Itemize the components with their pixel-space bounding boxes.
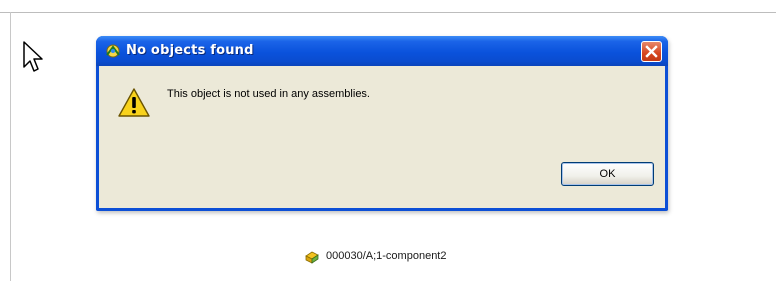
tree-node-label: 000030/A;1-component2 [326,250,447,262]
dialog-titlebar[interactable]: No objects found [96,36,668,66]
error-dialog: No objects found This object is not used… [96,36,668,211]
app-icon [106,44,120,58]
close-button[interactable] [641,41,662,62]
divider [10,12,11,281]
mouse-pointer-icon [23,41,43,72]
ok-button[interactable]: OK [561,162,654,186]
divider [0,12,776,13]
warning-icon [118,88,150,117]
background-canvas: No objects found This object is not used… [0,0,776,281]
close-icon [645,45,658,58]
dialog-message: This object is not used in any assemblie… [167,88,370,100]
tree-node[interactable]: 000030/A;1-component2 [304,247,446,265]
dialog-title: No objects found [126,43,254,58]
part-icon [305,251,319,264]
